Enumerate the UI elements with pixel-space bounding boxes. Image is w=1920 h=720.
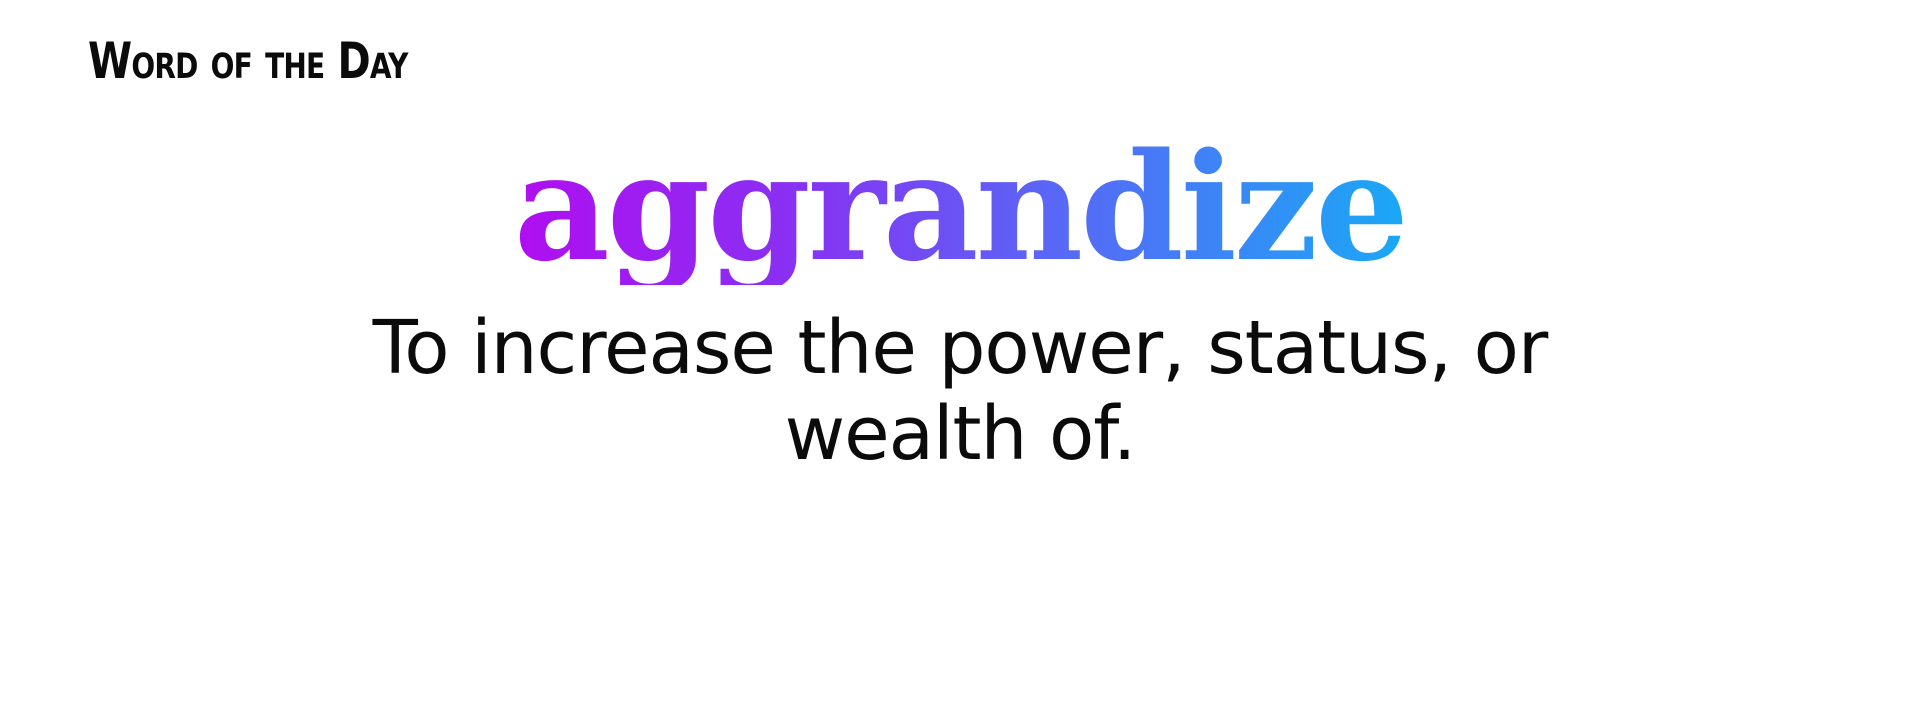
section-title: Word of the Day	[88, 32, 408, 90]
headword: aggrandize	[513, 120, 1409, 294]
definition-text: To increase the power, status, or wealth…	[372, 305, 1549, 477]
word-of-the-day-card: Word of the Day aggrandize To increase t…	[0, 0, 1920, 720]
headword-container: aggrandize	[0, 120, 1920, 294]
